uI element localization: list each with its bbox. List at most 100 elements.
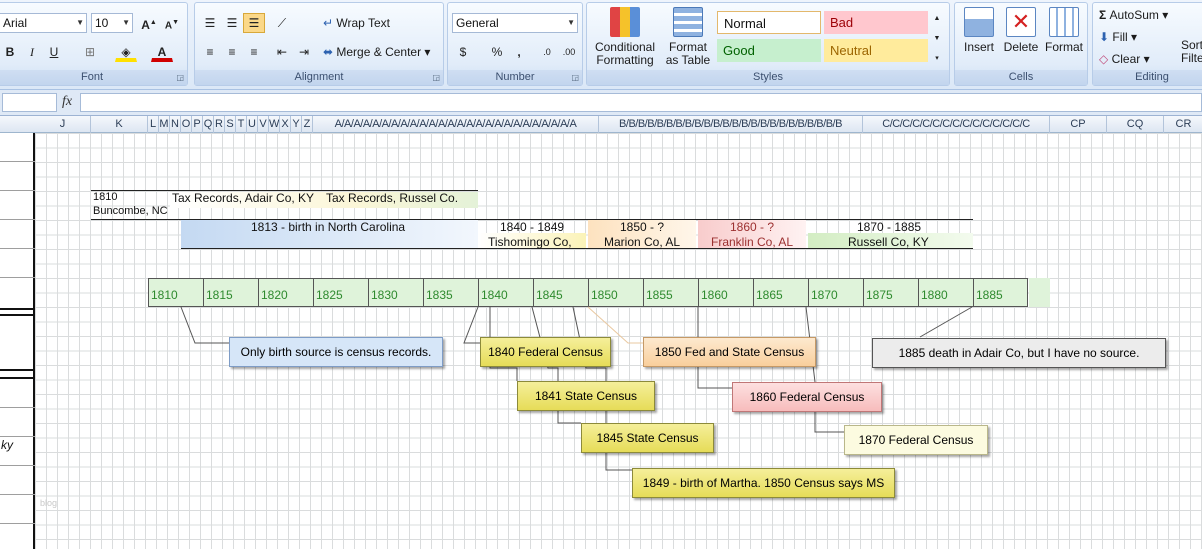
style-normal[interactable]: Normal	[717, 11, 821, 34]
column-header[interactable]: Q	[203, 116, 214, 133]
note-death-1885[interactable]: 1885 death in Adair Co, but I have no so…	[872, 338, 1166, 368]
currency-button[interactable]: $	[452, 42, 474, 62]
timeline-cell[interactable]: 1875	[863, 278, 918, 307]
shrink-font-button[interactable]: A▼	[161, 13, 183, 33]
timeline-cell[interactable]: 1860	[698, 278, 753, 307]
column-header[interactable]: CR	[1164, 116, 1202, 133]
column-header[interactable]: B/B/B/B/B/B/B/B/B/B/B/B/B/B/B/B/B/B/B/B/…	[599, 116, 863, 133]
timeline-cell[interactable]: 1830	[368, 278, 423, 307]
note-state-1845[interactable]: 1845 State Census	[581, 423, 714, 453]
align-right-icon[interactable]: ≡	[243, 42, 265, 62]
column-header[interactable]: N	[170, 116, 181, 133]
style-bad[interactable]: Bad	[824, 11, 928, 34]
column-header[interactable]: T	[236, 116, 247, 133]
column-header[interactable]: O	[181, 116, 192, 133]
dialog-launcher-icon[interactable]: ◲	[432, 73, 440, 82]
merge-center-label: Merge & Center	[336, 45, 422, 59]
format-as-table-button[interactable]: Format as Table	[663, 7, 713, 67]
timeline-cell[interactable]: 1825	[313, 278, 368, 307]
font-name-combo[interactable]: Arial ▼	[0, 13, 87, 33]
align-top-icon[interactable]: ☰	[199, 13, 221, 33]
column-header[interactable]: CP	[1050, 116, 1107, 133]
delete-button[interactable]: ✕ Delete	[1001, 7, 1041, 54]
grow-font-button[interactable]: A▲	[138, 13, 160, 33]
timeline-cell[interactable]: 1840	[478, 278, 533, 307]
note-fed-1840[interactable]: 1840 Federal Census	[480, 337, 611, 367]
timeline-cell[interactable]: 1880	[918, 278, 973, 307]
percent-button[interactable]: %	[486, 42, 508, 62]
align-middle-icon[interactable]: ☰	[221, 13, 243, 33]
decrease-indent-icon[interactable]: ⇤	[271, 42, 293, 62]
comma-button[interactable]: ,	[508, 42, 530, 62]
wrap-text-button[interactable]: ↵ Wrap Text	[323, 13, 390, 33]
borders-icon[interactable]: ⊞	[79, 42, 101, 62]
fill-button[interactable]: ⬇ Fill ▾	[1099, 27, 1137, 47]
timeline-cell[interactable]: 1815	[203, 278, 258, 307]
more-styles-icon[interactable]: ▾	[929, 49, 945, 69]
column-header[interactable]: K	[91, 116, 148, 133]
dialog-launcher-icon[interactable]: ◲	[176, 73, 184, 82]
name-box[interactable]	[2, 93, 57, 112]
column-header[interactable]: C/C/C/C/C/C/C/C/C/C/C/C/C/C/C	[863, 116, 1050, 133]
scroll-down-icon[interactable]: ▼	[929, 29, 945, 49]
scroll-up-icon[interactable]: ▲	[929, 9, 945, 29]
merge-center-button[interactable]: ⬌ Merge & Center ▾	[323, 42, 430, 62]
fill-color-icon[interactable]: ◈	[115, 42, 137, 62]
column-header[interactable]: Z	[302, 116, 313, 133]
increase-decimal-icon[interactable]: .0	[536, 42, 558, 62]
column-header[interactable]: Y	[291, 116, 302, 133]
timeline-cell[interactable]: 1850	[588, 278, 643, 307]
column-header[interactable]: V	[258, 116, 269, 133]
note-fed-state-1850[interactable]: 1850 Fed and State Census	[643, 337, 816, 367]
timeline-cell[interactable]: 1870	[808, 278, 863, 307]
align-bottom-icon[interactable]: ☰	[243, 13, 265, 33]
column-header[interactable]: S	[225, 116, 236, 133]
column-header[interactable]: R	[214, 116, 225, 133]
style-good[interactable]: Good	[717, 39, 821, 62]
timeline-cell[interactable]: 1865	[753, 278, 808, 307]
font-color-icon[interactable]: A	[151, 42, 173, 62]
align-left-icon[interactable]: ≡	[199, 42, 221, 62]
orientation-icon[interactable]: ⟋	[271, 13, 293, 33]
editing-group-label: Editing	[1093, 70, 1202, 85]
sort-filter-button[interactable]: Sort & Filte	[1181, 39, 1202, 69]
timeline-cell[interactable]: 1820	[258, 278, 313, 307]
note-fed-1870[interactable]: 1870 Federal Census	[844, 425, 988, 455]
style-neutral[interactable]: Neutral	[824, 39, 928, 62]
column-header[interactable]: L	[148, 116, 159, 133]
conditional-formatting-button[interactable]: Conditional Formatting	[591, 7, 659, 67]
fx-icon[interactable]: fx	[62, 94, 72, 110]
format-button[interactable]: Format	[1043, 7, 1085, 54]
note-birth-martha[interactable]: 1849 - birth of Martha. 1850 Census says…	[632, 468, 895, 498]
note-birth-source[interactable]: Only birth source is census records.	[229, 337, 443, 367]
note-fed-1860[interactable]: 1860 Federal Census	[732, 382, 882, 412]
column-header[interactable]: P	[192, 116, 203, 133]
bold-button[interactable]: B	[0, 42, 21, 62]
column-header[interactable]: X	[280, 116, 291, 133]
font-size-combo[interactable]: 10 ▼	[91, 13, 133, 33]
insert-button[interactable]: Insert	[959, 7, 999, 54]
note-state-1841[interactable]: 1841 State Census	[517, 381, 655, 411]
column-header[interactable]: U	[247, 116, 258, 133]
wrap-text-icon: ↵	[323, 16, 337, 30]
align-center-icon[interactable]: ≡	[221, 42, 243, 62]
increase-indent-icon[interactable]: ⇥	[293, 42, 315, 62]
timeline-cell[interactable]: 1845	[533, 278, 588, 307]
number-format-combo[interactable]: General ▼	[452, 13, 578, 33]
timeline-cell[interactable]: 1835	[423, 278, 478, 307]
column-header[interactable]: A/A/A/A/A/A/A/A/A/A/A/A/A/A/A/A/A/A/A/A/…	[313, 116, 599, 133]
column-header[interactable]: W	[269, 116, 280, 133]
underline-button[interactable]: U	[43, 42, 65, 62]
timeline-cell[interactable]: 1885	[973, 278, 1028, 307]
column-header[interactable]: CQ	[1107, 116, 1164, 133]
timeline-cell[interactable]: 1810	[148, 278, 203, 307]
column-header[interactable]: M	[159, 116, 170, 133]
clear-button[interactable]: ◇ Clear ▾	[1099, 49, 1150, 69]
autosum-button[interactable]: Σ AutoSum ▾	[1099, 5, 1168, 25]
dialog-launcher-icon[interactable]: ◲	[571, 73, 579, 82]
column-header[interactable]: J	[35, 116, 91, 133]
formula-input[interactable]	[80, 93, 1202, 112]
decrease-decimal-icon[interactable]: .00	[558, 42, 580, 62]
italic-button[interactable]: I	[21, 42, 43, 62]
timeline-cell[interactable]: 1855	[643, 278, 698, 307]
